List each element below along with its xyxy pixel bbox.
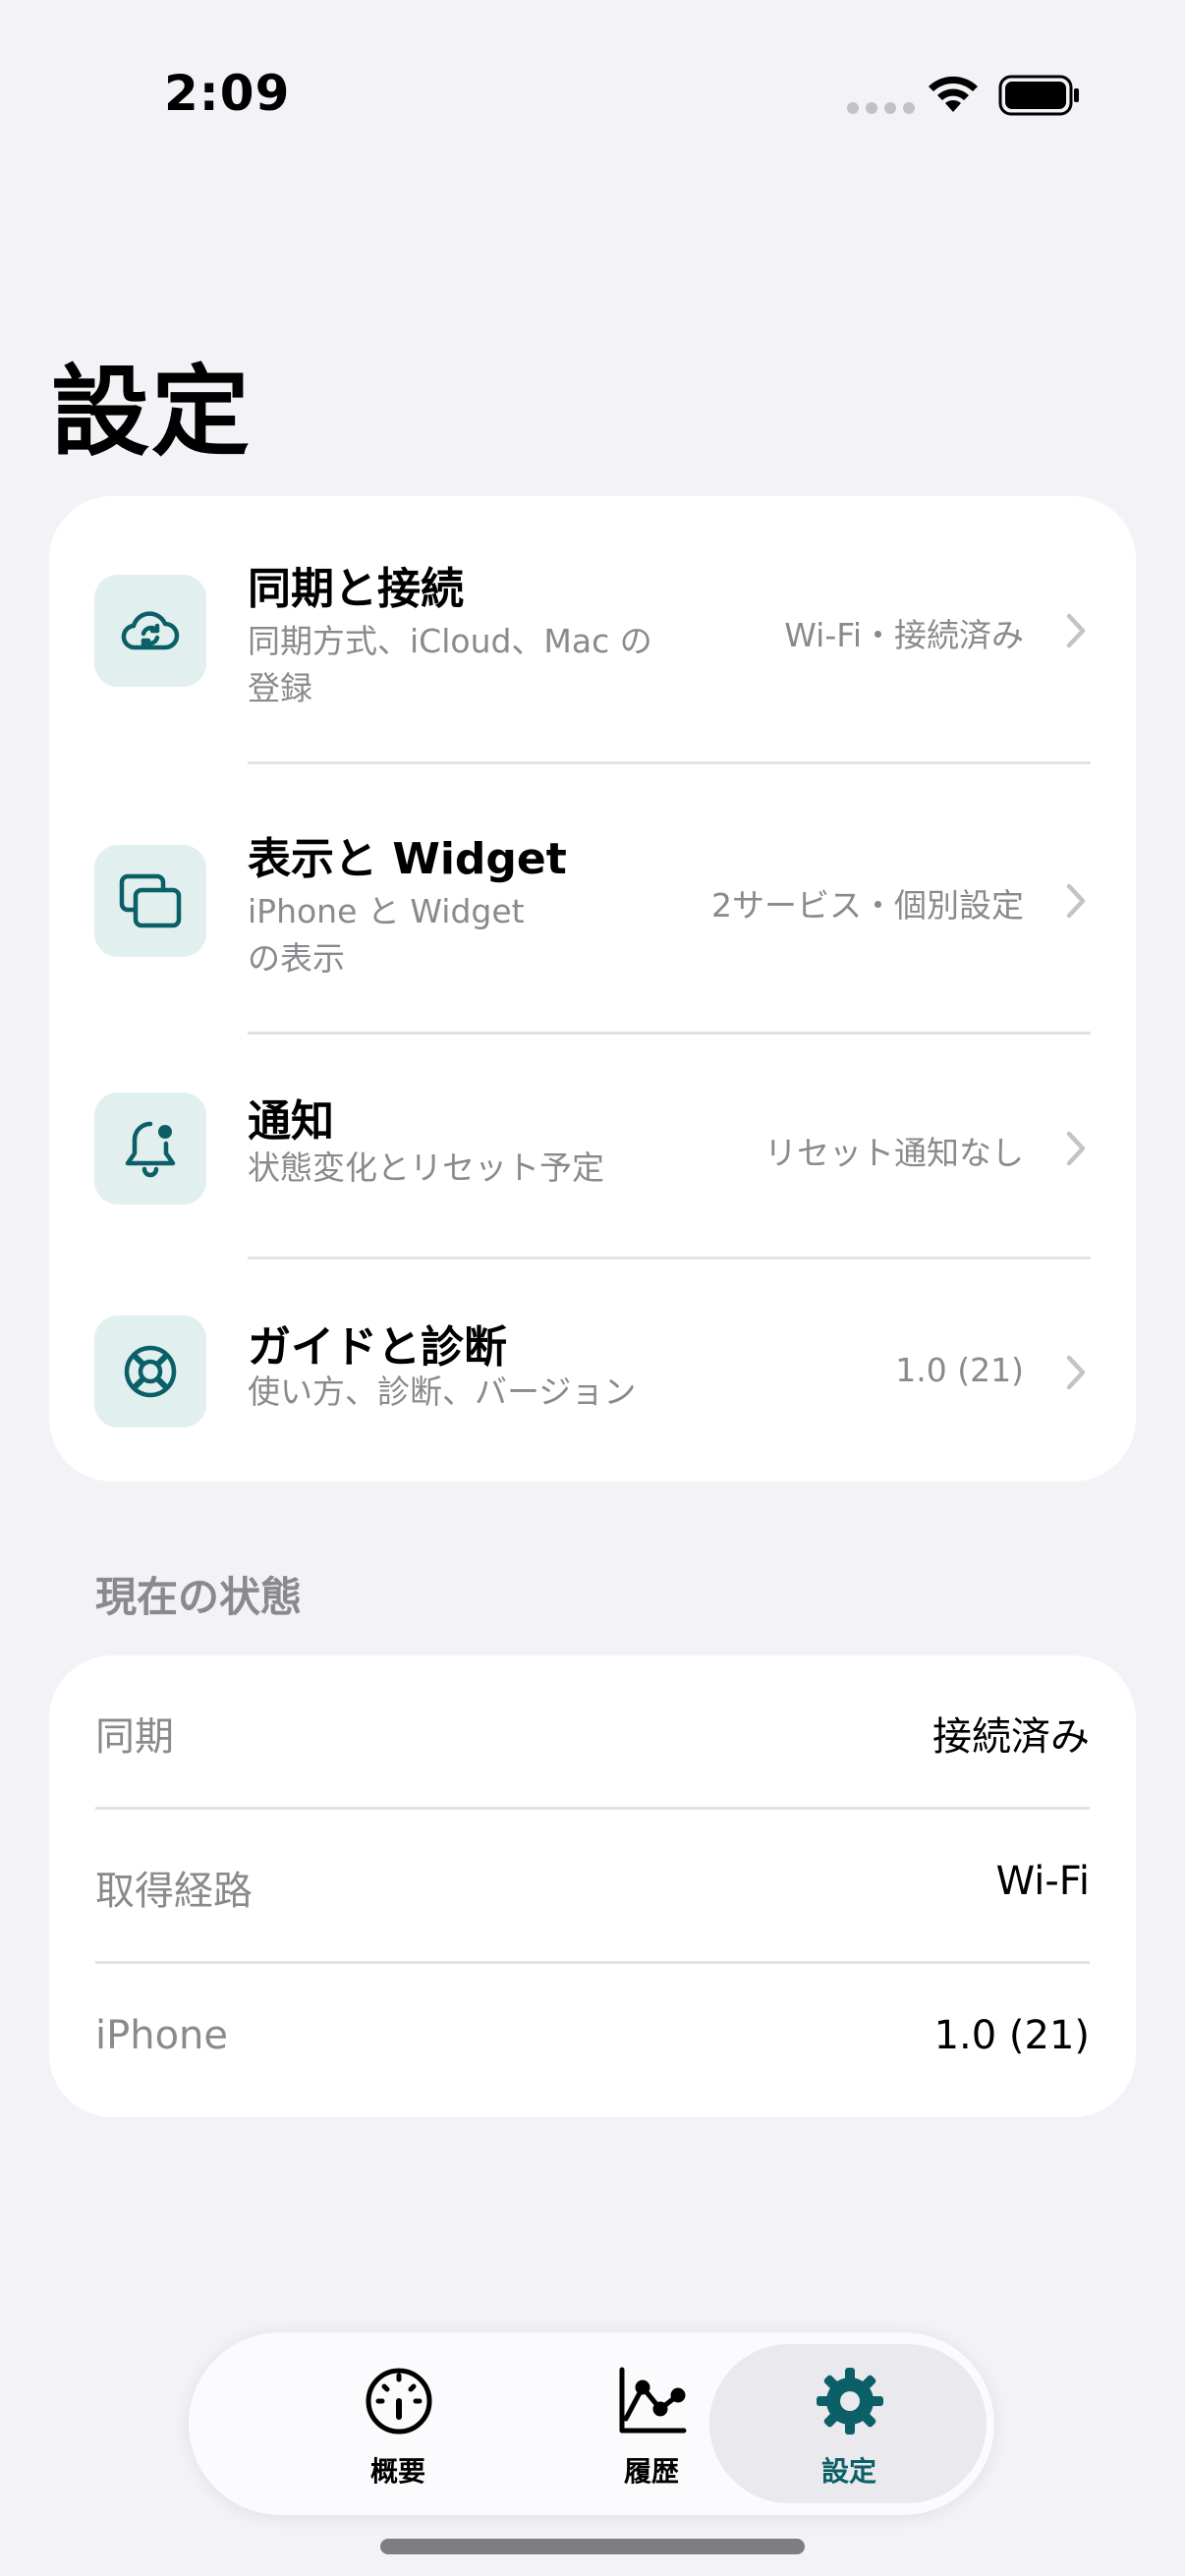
menu-item-display-widget[interactable]: 表示と Widget iPhone と Widget の表示 2サービス・個別設… <box>49 766 1136 1036</box>
chevron-right-icon <box>1066 1131 1086 1166</box>
status-value: 接続済み <box>932 1714 1090 1760</box>
wifi-icon <box>929 76 978 112</box>
menu-item-detail: Wi-Fi・接続済み <box>784 616 1024 654</box>
separator <box>248 1032 1091 1035</box>
status-row-iphone: iPhone 1.0 (21) <box>49 1964 1136 2117</box>
tab-label: 設定 <box>820 2455 876 2488</box>
section-header: 現在の状態 <box>95 1573 303 1621</box>
gear-icon <box>817 2368 883 2435</box>
menu-item-guide-diagnostics[interactable]: ガイドと診断 使い方、診断、バージョン 1.0 (21) <box>49 1260 1136 1482</box>
tab-settings[interactable]: 設定 <box>706 2332 991 2515</box>
menu-item-title: 通知 <box>248 1096 334 1147</box>
menu-item-title: ガイドと診断 <box>248 1322 507 1372</box>
chart-line-icon <box>619 2367 687 2434</box>
menu-item-sync[interactable]: 同期と接続 同期方式、iCloud、Mac の登録 Wi-Fi・接続済み <box>49 496 1136 766</box>
status-time: 2:09 <box>164 65 291 122</box>
status-label: 同期 <box>95 1714 174 1760</box>
status-bar: 2:09 <box>0 0 1185 196</box>
status-label: 取得経路 <box>95 1869 253 1914</box>
menu-item-subtitle: iPhone と Widget の表示 <box>248 892 525 978</box>
menu-item-detail: 2サービス・個別設定 <box>711 886 1024 924</box>
chevron-right-icon <box>1066 1355 1086 1390</box>
battery-icon <box>998 75 1079 116</box>
page-title: 設定 <box>51 355 252 470</box>
chevron-right-icon <box>1066 613 1086 648</box>
separator <box>248 761 1091 764</box>
menu-item-notifications[interactable]: 通知 状態変化とリセット予定 リセット通知なし <box>49 1036 1136 1260</box>
gauge-icon <box>366 2368 432 2435</box>
menu-item-title: 表示と Widget <box>248 834 567 884</box>
home-indicator <box>380 2539 805 2554</box>
status-card: 同期 接続済み 取得経路 Wi-Fi iPhone 1.0 (21) <box>49 1655 1136 2117</box>
menu-item-subtitle: 同期方式、iCloud、Mac の登録 <box>248 622 652 707</box>
windows-icon <box>94 845 206 957</box>
status-value: 1.0 (21) <box>933 2013 1090 2058</box>
chevron-right-icon <box>1066 883 1086 919</box>
bell-badge-icon <box>94 1092 206 1204</box>
cellular-signal-icon <box>847 102 915 114</box>
lifebuoy-icon <box>94 1316 206 1428</box>
settings-menu-card: 同期と接続 同期方式、iCloud、Mac の登録 Wi-Fi・接続済み 表示と… <box>49 496 1136 1482</box>
separator <box>248 1257 1091 1260</box>
tab-overview[interactable]: 概要 <box>270 2332 526 2515</box>
menu-item-detail: リセット通知なし <box>764 1134 1024 1172</box>
menu-item-subtitle: 状態変化とリセット予定 <box>248 1148 604 1187</box>
tab-bar: 概要 履歴 設定 <box>189 2332 994 2515</box>
status-row-route: 取得経路 Wi-Fi <box>49 1810 1136 1963</box>
menu-item-title: 同期と接続 <box>248 564 464 614</box>
status-value: Wi-Fi <box>995 1859 1090 1904</box>
menu-item-detail: 1.0 (21) <box>895 1351 1024 1389</box>
status-row-sync: 同期 接続済み <box>49 1655 1136 1809</box>
cloud-sync-icon <box>94 575 206 687</box>
tab-label: 概要 <box>369 2455 425 2488</box>
status-label: iPhone <box>95 2013 229 2058</box>
menu-item-subtitle: 使い方、診断、バージョン <box>248 1372 637 1411</box>
